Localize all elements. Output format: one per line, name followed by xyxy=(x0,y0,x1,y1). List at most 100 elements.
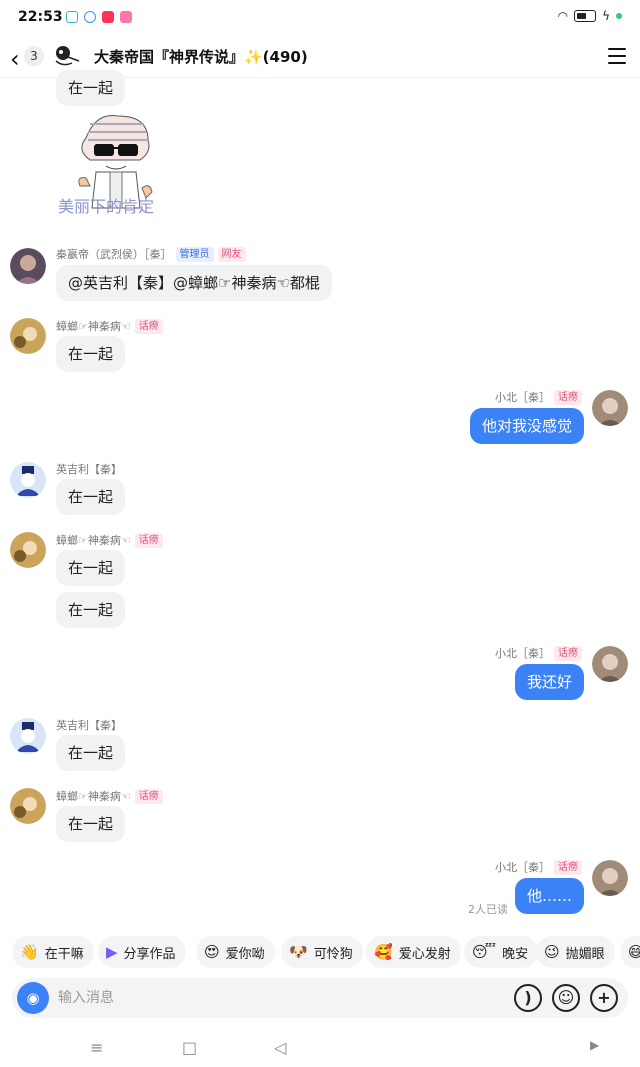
menu-icon[interactable] xyxy=(608,48,626,64)
quick-reply-chip[interactable]: 😉 抛媚眼 xyxy=(536,936,615,968)
message-bubble[interactable]: 在一起 xyxy=(56,806,126,842)
system-navigation-bar: ≡ □ ◁ ▶ xyxy=(0,1030,640,1067)
quick-reply-chip[interactable]: 🐶 可怜狗 xyxy=(281,936,363,968)
sender-name-text: 蟑螂☞神秦病☜ xyxy=(56,534,131,547)
add-icon[interactable]: + xyxy=(590,984,618,1012)
read-receipt: 2人已读 xyxy=(468,903,508,916)
quick-reply-label: 晚安 xyxy=(502,946,529,962)
message-input[interactable] xyxy=(58,982,498,1014)
avatar[interactable] xyxy=(10,788,46,824)
quick-reply-bar: 👋 在干嘛 ▶ 分享作品 😍 爱你呦 🐶 可怜狗 🥰 爱心发射 😴 晚安 😉 抛… xyxy=(0,936,640,968)
sender-name: 蟑螂☞神秦病☜ 话痨 xyxy=(56,532,163,548)
system-icons: ◠ ϟ xyxy=(558,9,622,23)
sender-name: 小北［秦］ 话痨 xyxy=(495,645,582,661)
sender-name: 小北［秦］ 话痨 xyxy=(495,859,582,875)
charging-icon: ϟ xyxy=(602,9,610,23)
notification-icon-4 xyxy=(120,11,132,23)
hearts-face-icon: 🥰 xyxy=(374,943,393,961)
quick-reply-label: 分享作品 xyxy=(123,946,176,962)
avatar[interactable] xyxy=(10,462,46,498)
back-nav-icon[interactable]: ◁ xyxy=(274,1038,286,1057)
quick-reply-label: 爱你呦 xyxy=(225,946,265,962)
sender-name-text: 秦嬴帝（武烈侯）［秦］ xyxy=(56,248,172,261)
expand-nav-icon[interactable]: ▶ xyxy=(590,1038,599,1052)
role-badge: 话痨 xyxy=(554,645,582,661)
play-icon: ▶ xyxy=(106,943,118,961)
sender-name: 蟑螂☞神秦病☜ 话痨 xyxy=(56,318,163,334)
message-bubble[interactable]: 在一起 xyxy=(56,550,126,586)
role-badge: 管理员 xyxy=(175,246,214,262)
role-badge: 话痨 xyxy=(554,859,582,875)
role-badge: 话痨 xyxy=(134,788,163,804)
sender-name-text: 英吉利【秦】 xyxy=(56,463,122,476)
clock: 22:53 xyxy=(18,9,63,25)
quick-reply-label: 爱心发射 xyxy=(398,946,451,962)
sender-name-text: 蟑螂☞神秦病☜ xyxy=(56,320,131,333)
quick-reply-chip[interactable]: 🥰 爱心发射 xyxy=(366,936,461,968)
sender-name-text: 蟑螂☞神秦病☜ xyxy=(56,790,131,803)
message-bubble-self[interactable]: 我还好 xyxy=(514,664,584,700)
avatar[interactable] xyxy=(10,248,46,284)
group-title: 大秦帝国『神界传说』✨(490) xyxy=(94,48,308,66)
sender-name-text: 英吉利【秦】 xyxy=(56,719,122,732)
home-nav-icon[interactable]: □ xyxy=(182,1038,197,1057)
message-input-bar: ◉ ) ☺ + xyxy=(12,978,628,1018)
unread-count-badge: 3 xyxy=(24,46,44,66)
quick-reply-chip[interactable]: 😅 xyxy=(620,936,640,968)
sender-name: 英吉利【秦】 xyxy=(56,461,122,477)
avatar[interactable] xyxy=(10,718,46,754)
wifi-icon: ◠ xyxy=(557,9,569,23)
sender-name: 蟑螂☞神秦病☜ 话痨 xyxy=(56,788,163,804)
message-bubble-self[interactable]: 他对我没感觉 xyxy=(469,408,584,444)
message-bubble[interactable]: 在一起 xyxy=(56,479,126,515)
quick-reply-label: 抛媚眼 xyxy=(565,946,605,962)
voice-icon[interactable]: ) xyxy=(514,984,542,1012)
quick-reply-chip[interactable]: 👋 在干嘛 xyxy=(12,936,94,968)
sticker-caption: 美丽下的肯定 xyxy=(58,197,155,216)
role-badge: 话痨 xyxy=(134,318,163,334)
sender-name: 英吉利【秦】 xyxy=(56,717,122,733)
status-dot-icon xyxy=(616,13,622,19)
sender-name: 小北［秦］ 话痨 xyxy=(495,389,582,405)
back-arrow-icon[interactable]: ‹ xyxy=(10,45,20,73)
message-bubble[interactable]: 在一起 xyxy=(56,336,126,372)
heart-eyes-icon: 😍 xyxy=(204,943,220,961)
emoji-icon[interactable]: ☺ xyxy=(552,984,580,1012)
message-bubble[interactable]: 在一起 xyxy=(56,592,126,628)
avatar[interactable] xyxy=(592,860,628,896)
quick-reply-chip[interactable]: 😴 晚安 xyxy=(464,936,539,968)
notification-icons xyxy=(66,11,132,23)
message-bubble[interactable]: 在一起 xyxy=(56,735,126,771)
group-avatar-icon xyxy=(55,46,80,66)
wave-icon: 👋 xyxy=(20,943,39,961)
menu-nav-icon[interactable]: ≡ xyxy=(90,1038,103,1057)
role-badge: 网友 xyxy=(217,246,246,262)
quick-reply-chip[interactable]: 😍 爱你呦 xyxy=(196,936,275,968)
sender-name-text: 小北［秦］ xyxy=(495,647,550,660)
wink-icon: 😉 xyxy=(544,943,560,961)
avatar[interactable] xyxy=(592,646,628,682)
notification-icon-3 xyxy=(102,11,114,23)
emoji-icon: 😅 xyxy=(628,943,640,961)
quick-reply-label: 在干嘛 xyxy=(44,946,84,962)
notification-icon-2 xyxy=(84,11,96,23)
status-bar: 22:53 ◠ ϟ xyxy=(0,0,640,36)
role-badge: 话痨 xyxy=(134,532,163,548)
dog-icon: 🐶 xyxy=(289,943,308,961)
sender-name: 秦嬴帝（武烈侯）［秦］ 管理员 网友 xyxy=(56,246,246,262)
message-bubble-self[interactable]: 他…… xyxy=(514,878,584,914)
avatar[interactable] xyxy=(592,390,628,426)
message-bubble[interactable]: @英吉利【秦】@蟑螂☞神秦病☜都棍 xyxy=(56,265,332,301)
sleep-icon: 😴 xyxy=(472,943,497,961)
battery-icon xyxy=(574,10,597,22)
message-bubble[interactable]: 在一起 xyxy=(56,70,126,106)
role-badge: 话痨 xyxy=(554,389,582,405)
quick-reply-label: 可怜狗 xyxy=(313,946,353,962)
notification-icon-1 xyxy=(66,11,78,23)
avatar[interactable] xyxy=(10,318,46,354)
avatar[interactable] xyxy=(10,532,46,568)
quick-reply-chip[interactable]: ▶ 分享作品 xyxy=(98,936,186,968)
sender-name-text: 小北［秦］ xyxy=(495,861,550,874)
camera-icon[interactable]: ◉ xyxy=(17,982,49,1014)
sender-name-text: 小北［秦］ xyxy=(495,391,550,404)
